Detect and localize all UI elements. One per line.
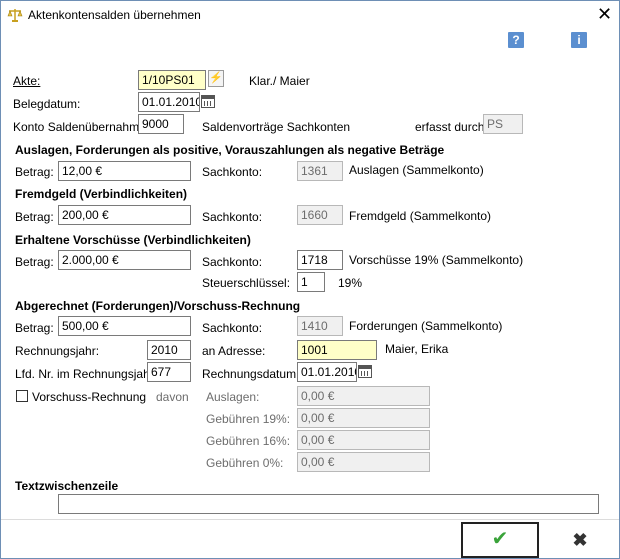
lfd-nr-input[interactable]: 677 <box>147 362 191 382</box>
fremdgeld-sachkonto-input: 1660 <box>297 205 343 225</box>
lightning-icon[interactable]: ⚡ <box>208 70 224 87</box>
textzwischenzeile-header: Textzwischenzeile <box>15 479 119 493</box>
belegdatum-label: Belegdatum: <box>13 97 81 111</box>
steuerschluessel-desc: 19% <box>338 276 363 290</box>
vorschuss-rechnung-checkbox[interactable] <box>16 390 28 402</box>
akte-input[interactable]: 1/10PS01 <box>138 70 206 90</box>
rechnungsdatum-calendar-icon[interactable] <box>358 365 372 378</box>
abgerechnet-header: Abgerechnet (Forderungen)/Vorschuss-Rech… <box>15 299 301 313</box>
adresse-input[interactable]: 1001 <box>297 340 377 360</box>
akte-name: Klar./ Maier <box>249 74 310 88</box>
fremdgeld-header: Fremdgeld (Verbindlichkeiten) <box>15 187 188 201</box>
scales-icon <box>7 9 23 22</box>
davon-label: davon <box>156 390 189 404</box>
fremdgeld-betrag-label: Betrag: <box>15 210 54 224</box>
checkmark-icon: ✔ <box>491 528 509 550</box>
auslagen-sachkonto-input: 1361 <box>297 161 343 181</box>
sub-auslagen-label: Auslagen: <box>206 390 260 404</box>
rechnungsdatum-label: Rechnungsdatum: <box>202 367 300 381</box>
belegdatum-input[interactable]: 01.01.2010 <box>138 92 200 112</box>
abgerechnet-betrag-label: Betrag: <box>15 321 54 335</box>
vorschuss-rechnung-label: Vorschuss-Rechnung <box>32 390 147 404</box>
auslagen-betrag-label: Betrag: <box>15 165 54 179</box>
vorschuesse-betrag-input[interactable]: 2.000,00 € <box>58 250 191 270</box>
abgerechnet-betrag-input[interactable]: 500,00 € <box>58 316 191 336</box>
vorschuesse-header: Erhaltene Vorschüsse (Verbindlichkeiten) <box>15 233 251 247</box>
gebuehren0-label: Gebühren 0%: <box>206 456 284 470</box>
vorschuesse-sachkonto-input[interactable]: 1718 <box>297 250 343 270</box>
rechnungsjahr-label: Rechnungsjahr: <box>15 344 100 358</box>
steuerschluessel-label: Steuerschlüssel: <box>202 276 291 290</box>
title-bar: Aktenkontensalden übernehmen ✕ <box>1 1 619 31</box>
konto-label: Konto Saldenübernahme: <box>13 120 150 134</box>
fremdgeld-sachkonto-desc: Fremdgeld (Sammelkonto) <box>349 209 492 223</box>
gebuehren16-input: 0,00 € <box>297 430 430 450</box>
abgerechnet-sachkonto-label: Sachkonto: <box>202 321 263 335</box>
cross-icon: ✖ <box>572 530 588 550</box>
abgerechnet-sachkonto-input: 1410 <box>297 316 343 336</box>
akte-label: Akte: <box>13 74 41 88</box>
rechnungsjahr-input[interactable]: 2010 <box>147 340 191 360</box>
dialog-window: Aktenkontensalden übernehmen ✕ ? i Akte:… <box>0 0 620 559</box>
steuerschluessel-input[interactable]: 1 <box>297 272 325 292</box>
lfd-nr-label: Lfd. Nr. im Rechnungsjahr: <box>15 367 158 381</box>
help-button[interactable]: ? <box>508 32 524 48</box>
fremdgeld-sachkonto-label: Sachkonto: <box>202 210 263 224</box>
konto-input[interactable]: 9000 <box>138 114 184 134</box>
ok-button[interactable]: ✔ <box>461 522 539 558</box>
auslagen-sachkonto-label: Sachkonto: <box>202 165 263 179</box>
info-button[interactable]: i <box>571 32 587 48</box>
erfasst-input: PS <box>483 114 523 134</box>
cancel-button[interactable]: ✖ <box>541 522 619 558</box>
konto-desc: Saldenvorträge Sachkonten <box>202 120 351 134</box>
calendar-icon[interactable] <box>201 95 215 108</box>
gebuehren19-label: Gebühren 19%: <box>206 412 291 426</box>
fremdgeld-betrag-input[interactable]: 200,00 € <box>58 205 191 225</box>
footer-separator <box>1 519 619 520</box>
close-button[interactable]: ✕ <box>597 4 612 24</box>
vorschuesse-betrag-label: Betrag: <box>15 255 54 269</box>
textzwischenzeile-input[interactable] <box>58 494 599 514</box>
auslagen-header: Auslagen, Forderungen als positive, Vora… <box>15 143 445 157</box>
window-title: Aktenkontensalden übernehmen <box>28 8 201 22</box>
gebuehren0-input: 0,00 € <box>297 452 430 472</box>
rechnungsdatum-input[interactable]: 01.01.2010 <box>297 362 357 382</box>
vorschuesse-sachkonto-label: Sachkonto: <box>202 255 263 269</box>
erfasst-label: erfasst durch: <box>415 120 488 134</box>
auslagen-sachkonto-desc: Auslagen (Sammelkonto) <box>349 163 484 177</box>
auslagen-betrag-input[interactable]: 12,00 € <box>58 161 191 181</box>
vorschuesse-sachkonto-desc: Vorschüsse 19% (Sammelkonto) <box>349 253 524 267</box>
adresse-name: Maier, Erika <box>385 342 449 356</box>
gebuehren19-input: 0,00 € <box>297 408 430 428</box>
sub-auslagen-input: 0,00 € <box>297 386 430 406</box>
abgerechnet-sachkonto-desc: Forderungen (Sammelkonto) <box>349 319 503 333</box>
adresse-label: an Adresse: <box>202 344 266 358</box>
gebuehren16-label: Gebühren 16%: <box>206 434 291 448</box>
